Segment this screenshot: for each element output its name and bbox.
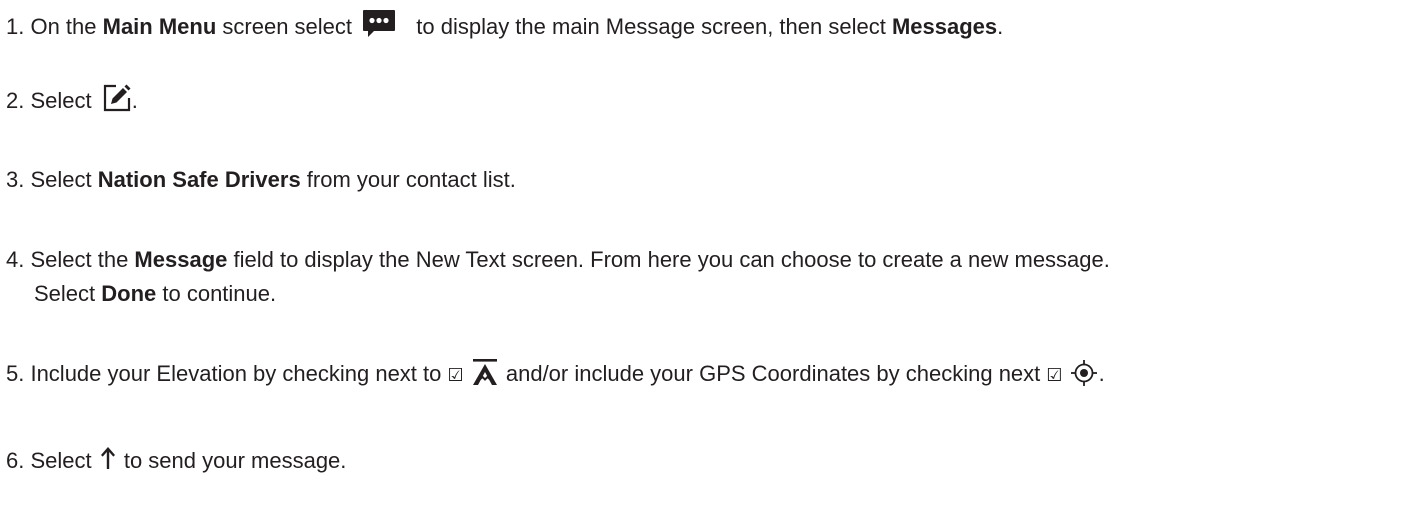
step-1-text: 1. On the [6,14,103,39]
step-2: 2. Select . [6,84,138,117]
step-4: 4. Select the Message field to display t… [6,243,1110,310]
done-label: Done [101,281,157,306]
checkbox-checked-icon: ☑ [447,365,464,386]
compose-icon [102,83,132,113]
checkbox-checked-icon-2: ☑ [1046,365,1063,386]
gps-target-icon [1070,359,1098,387]
message-bubble-icon [362,9,396,39]
elevation-icon [472,358,498,386]
messages-label: Messages [891,14,998,39]
step-1: 1. On the Main Menu screen select to dis… [6,10,1003,43]
main-menu-label: Main Menu [102,14,217,39]
step-6: 6. Select to send your message. [6,446,347,473]
up-arrow-icon [100,446,116,470]
step-3: 3. Select Nation Safe Drivers from your … [6,167,516,192]
step-5: 5. Include your Elevation by checking ne… [6,357,1105,392]
step-4-continuation: Select Done to continue. [34,281,277,306]
message-field-label: Message [134,247,228,272]
contact-name: Nation Safe Drivers [97,167,301,192]
